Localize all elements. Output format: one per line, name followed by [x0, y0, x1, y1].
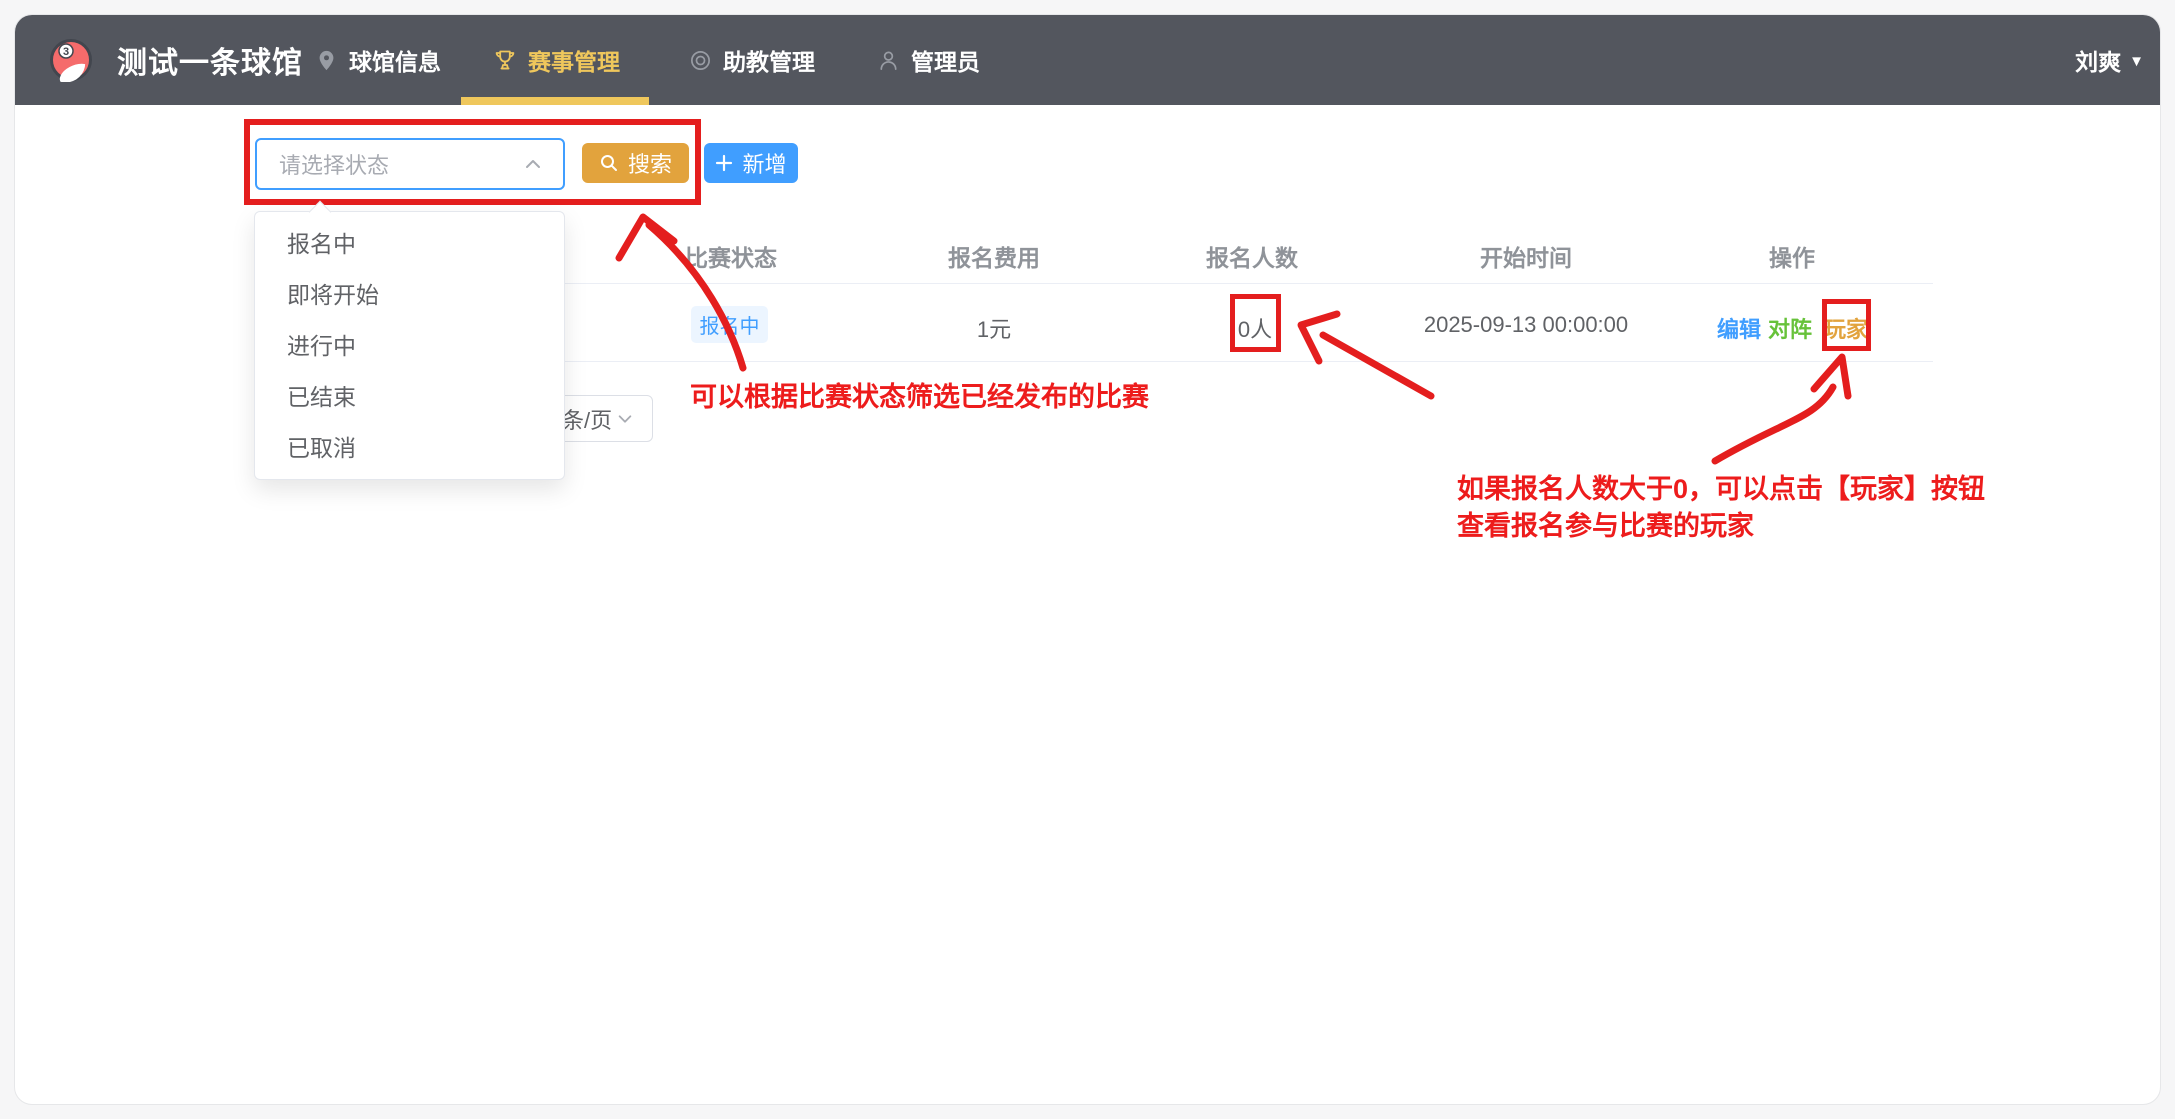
chevron-up-icon: [523, 154, 543, 174]
chevron-down-icon: ▼: [2129, 53, 2144, 70]
status-select-placeholder: 请选择状态: [257, 148, 523, 180]
edit-link[interactable]: 编辑: [1717, 312, 1761, 344]
nav-item-administrator[interactable]: 管理员: [877, 15, 980, 105]
arrow-head-players-button: [1814, 357, 1848, 396]
table-header-divider: [415, 283, 1933, 284]
user-name: 刘爽: [2075, 43, 2121, 77]
nav-item-assistant-management[interactable]: 助教管理: [689, 15, 815, 105]
dropdown-option-in-progress[interactable]: 进行中: [255, 321, 564, 372]
status-select[interactable]: 请选择状态: [255, 138, 565, 190]
trophy-icon: [493, 48, 517, 72]
nav-item-label: 助教管理: [723, 43, 815, 77]
status-dropdown-panel: 报名中 即将开始 进行中 已结束 已取消: [254, 211, 565, 480]
col-header-start-time: 开始时间: [1480, 239, 1572, 273]
user-menu[interactable]: 刘爽 ▼: [2075, 15, 2144, 105]
annotation-text-line1: 如果报名人数大于0，可以点击【玩家】按钮: [1457, 471, 1985, 508]
user-icon: [877, 49, 900, 72]
annotation-text-players: 如果报名人数大于0，可以点击【玩家】按钮 查看报名参与比赛的玩家: [1457, 471, 1985, 545]
dropdown-option-ended[interactable]: 已结束: [255, 372, 564, 423]
players-cell: 0人: [1238, 312, 1272, 344]
annotation-text-line2: 查看报名参与比赛的玩家: [1457, 508, 1985, 545]
arrow-head-players-count: [1301, 314, 1337, 361]
col-header-fee: 报名费用: [948, 239, 1040, 273]
plus-icon: [715, 154, 733, 172]
status-badge: 报名中: [691, 306, 768, 343]
dropdown-option-starting-soon[interactable]: 即将开始: [255, 270, 564, 321]
chevron-down-icon: [616, 410, 634, 428]
col-header-players: 报名人数: [1206, 239, 1298, 273]
page-size-label: 条/页: [562, 403, 612, 435]
location-pin-icon: [315, 49, 338, 72]
arrow-head-filter: [619, 217, 674, 258]
fee-cell: 1元: [977, 312, 1011, 344]
matchup-link[interactable]: 对阵: [1768, 312, 1812, 344]
players-link[interactable]: 玩家: [1824, 312, 1868, 344]
table-row-divider: [415, 361, 1933, 362]
billiard-ball-logo-icon: 3: [49, 38, 93, 82]
col-header-actions: 操作: [1769, 239, 1815, 273]
top-navbar: 3 测试一条球馆 球馆信息: [15, 15, 2160, 105]
col-header-status: 比赛状态: [685, 239, 777, 273]
add-button-label: 新增: [742, 147, 786, 179]
dropdown-option-cancelled[interactable]: 已取消: [255, 423, 564, 474]
app-window: 3 测试一条球馆 球馆信息: [14, 14, 2161, 1105]
svg-text:3: 3: [63, 46, 69, 58]
add-button[interactable]: 新增: [704, 143, 798, 183]
dropdown-option-registering[interactable]: 报名中: [255, 219, 564, 270]
search-icon: [599, 153, 619, 173]
arrow-shaft-players-count: [1323, 335, 1431, 396]
annotation-text-filter: 可以根据比赛状态筛选已经发布的比赛: [690, 375, 1149, 414]
headset-icon: [689, 49, 712, 72]
nav-item-label: 管理员: [911, 43, 980, 77]
page-title: 测试一条球馆: [117, 38, 303, 82]
brand: 3 测试一条球馆: [49, 15, 303, 105]
nav-item-event-management[interactable]: 赛事管理: [493, 15, 620, 105]
nav-item-hall-info[interactable]: 球馆信息: [315, 15, 441, 105]
arrow-shaft-players-button: [1715, 387, 1833, 461]
nav-item-label: 赛事管理: [528, 43, 620, 77]
search-button[interactable]: 搜索: [582, 143, 689, 183]
start-time-cell: 2025-09-13 00:00:00: [1424, 312, 1628, 338]
active-tab-underline: [461, 97, 649, 105]
search-button-label: 搜索: [628, 147, 672, 179]
nav-item-label: 球馆信息: [349, 43, 441, 77]
